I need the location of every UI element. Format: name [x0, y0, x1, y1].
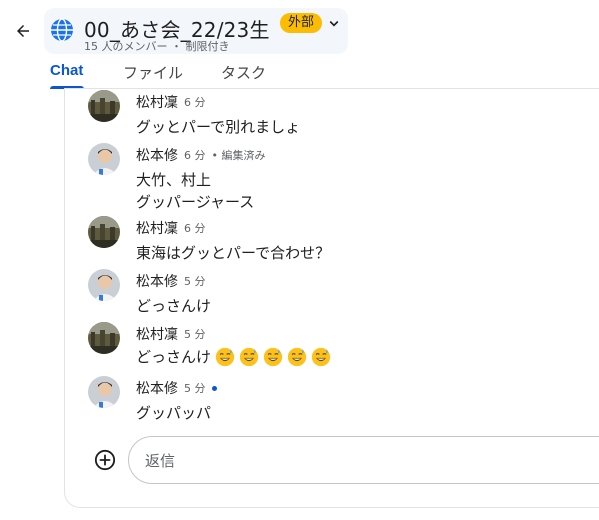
back-button[interactable] [12, 20, 34, 42]
tab-chat-label: Chat [50, 62, 84, 79]
sender-name: 松本修 [136, 274, 178, 290]
sender-line: 松村凜 5 分 [136, 324, 206, 344]
sender-name: 松村凜 [136, 327, 178, 343]
message-text: どっさんけ [136, 297, 212, 315]
grinning-sweat-emoji [239, 347, 259, 366]
room-title-chip[interactable]: 00_あさ会_22/23生 外部 15 人のメンバー ・ 制限付き [44, 8, 348, 54]
avatar[interactable] [88, 376, 120, 408]
emoji-row [211, 347, 331, 367]
avatar[interactable] [88, 143, 120, 175]
tab-chat[interactable]: Chat [50, 62, 84, 89]
message-text: 東海はグッとパーで合わせ？ [136, 244, 331, 262]
message-time: 6 分 [184, 149, 206, 162]
sender-name: 松本修 [136, 148, 178, 164]
message-time: 6 分 [184, 96, 206, 109]
grinning-sweat-emoji [287, 347, 307, 366]
globe-icon [51, 18, 73, 42]
sender-line: 松本修 6 分 • 編集済み [136, 145, 266, 165]
reply-box[interactable] [128, 436, 599, 484]
avatar[interactable] [88, 269, 120, 301]
landscape-photo-icon [88, 322, 120, 354]
chat-header: 00_あさ会_22/23生 外部 15 人のメンバー ・ 制限付き Chat フ… [0, 0, 599, 90]
tab-tasks-label: タスク [221, 64, 267, 82]
unread-dot [211, 385, 217, 391]
grinning-sweat-emoji [311, 347, 331, 366]
arrow-back-icon [17, 25, 29, 37]
room-subtitle: 15 人のメンバー ・ 制限付き [84, 40, 230, 53]
external-badge: 外部 [280, 13, 323, 33]
sender-line: 松村凜 6 分 [136, 92, 206, 112]
sender-line: 松本修 5 分 [136, 271, 206, 291]
sender-line: 松本修 5 分 [136, 378, 217, 398]
message-text: 大竹、村上 [136, 171, 212, 189]
reply-input[interactable] [145, 449, 545, 473]
add-circle-icon[interactable] [94, 449, 116, 471]
message-time: 5 分 [184, 328, 206, 341]
edited-label: • 編集済み [211, 149, 266, 162]
message-text: グッパッパ [136, 404, 212, 422]
message-time: 5 分 [184, 382, 206, 395]
message-time: 5 分 [184, 275, 206, 288]
person-photo-icon [88, 376, 120, 408]
person-photo-icon [88, 143, 120, 175]
message-text: どっさんけ [136, 348, 212, 366]
person-photo-icon [88, 269, 120, 301]
message-text-row: どっさんけ [136, 346, 331, 367]
avatar[interactable] [88, 322, 120, 354]
composer [86, 436, 599, 484]
tab-files-label: ファイル [123, 64, 184, 82]
landscape-photo-icon [88, 90, 120, 122]
tab-files[interactable]: ファイル [123, 62, 183, 83]
avatar[interactable] [88, 216, 120, 248]
avatar[interactable] [88, 90, 120, 122]
sender-line: 松村凜 6 分 [136, 218, 206, 238]
sender-name: 松村凜 [136, 95, 178, 111]
tab-tasks[interactable]: タスク [221, 62, 266, 83]
sender-name: 松本修 [136, 381, 178, 397]
landscape-photo-icon [88, 216, 120, 248]
chevron-down-icon[interactable] [326, 16, 342, 32]
sender-name: 松村凜 [136, 221, 178, 237]
message-text: グッとパーで別れましょ [136, 118, 301, 136]
grinning-sweat-emoji [263, 347, 283, 366]
header-divider [64, 88, 599, 89]
grinning-sweat-emoji [215, 347, 235, 366]
message-text: グッパージャース [136, 193, 255, 211]
message-time: 6 分 [184, 222, 206, 235]
